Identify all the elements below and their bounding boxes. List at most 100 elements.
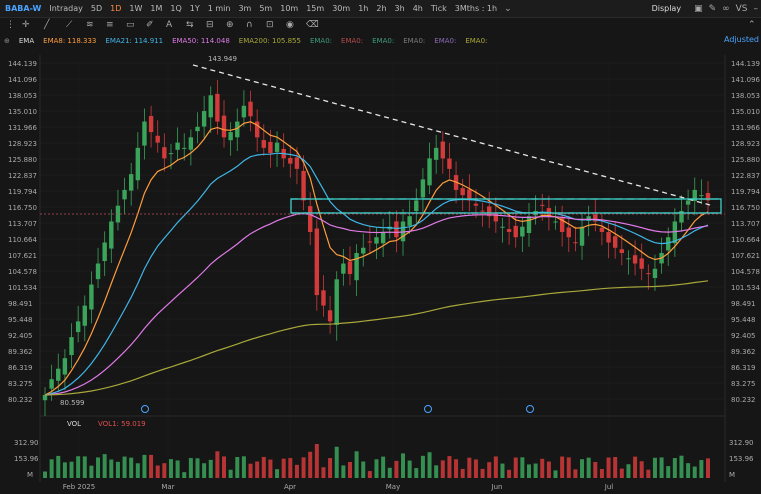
candle-body — [506, 229, 512, 232]
ema-legend-item: EMA50: 114.048 — [172, 37, 230, 45]
price-tick-label: 119.794 — [731, 188, 760, 196]
expand-icon[interactable]: ⊕ — [4, 37, 10, 45]
zoom-tool-icon[interactable]: ⊕ — [226, 20, 234, 30]
brush-tool-icon[interactable]: ✐ — [146, 20, 154, 30]
ruler-icon[interactable]: ⊟ — [206, 20, 214, 30]
tf-intraday[interactable]: Intraday — [49, 4, 82, 13]
trend-line[interactable] — [192, 64, 711, 206]
candle-body — [208, 95, 213, 118]
candle-body — [619, 249, 625, 254]
eye-icon[interactable]: ◉ — [286, 20, 294, 30]
more-dots-icon[interactable]: ⋮ — [6, 20, 15, 30]
camera-icon[interactable]: ▣ — [694, 4, 703, 14]
tf-1w[interactable]: 1W — [129, 4, 142, 13]
candle-body — [626, 258, 631, 260]
ema-legend-item: EMA21: 114.911 — [105, 37, 164, 45]
tf-1min[interactable]: 1 min — [208, 4, 231, 13]
symbol-label[interactable]: BABA-W — [5, 4, 41, 13]
price-tick-label: 95.448 — [8, 316, 33, 324]
candle-body — [632, 255, 638, 264]
display-dropdown[interactable]: Display — [652, 4, 682, 13]
fib-tool-icon[interactable]: ≡ — [106, 20, 114, 30]
volume-bar — [593, 462, 598, 478]
price-tick-label: 98.491 — [8, 300, 33, 308]
volume-bar — [546, 461, 551, 478]
candle-body — [513, 225, 518, 238]
tf-5d[interactable]: 5D — [91, 4, 102, 13]
price-tick-label: 110.664 — [731, 236, 760, 244]
tf-3m[interactable]: 3m — [238, 4, 251, 13]
tf-15m[interactable]: 15m — [306, 4, 324, 13]
lock-icon[interactable]: ⊡ — [266, 20, 274, 30]
candle-body — [62, 358, 68, 375]
ema21-line — [44, 152, 709, 396]
crosshair-icon[interactable]: ✛ — [22, 20, 30, 30]
candle-body — [460, 188, 465, 196]
volume-bar — [321, 467, 326, 478]
tf-30m[interactable]: 30m — [332, 4, 350, 13]
price-tick-label: 86.319 — [731, 364, 756, 372]
ema-indicator-label[interactable]: EMA — [19, 37, 34, 45]
compare-button[interactable]: VS — [736, 4, 748, 14]
candle-body — [162, 147, 167, 159]
tf-3mths[interactable]: 3Mths : 1h — [455, 4, 497, 13]
volume-bar — [659, 457, 664, 478]
volume-bar — [142, 454, 147, 478]
vol-axis-label: 312.90 — [14, 439, 39, 447]
pencil-icon[interactable]: ✎ — [709, 4, 717, 14]
measure-tool-icon[interactable]: ⇆ — [186, 20, 194, 30]
tf-tick[interactable]: Tick — [431, 4, 447, 13]
tf-3h[interactable]: 3h — [395, 4, 405, 13]
tf-2h[interactable]: 2h — [376, 4, 386, 13]
vol-label[interactable]: VOL — [67, 420, 81, 428]
price-tick-label: 83.275 — [731, 380, 756, 388]
ema50-line — [44, 213, 709, 396]
price-chart[interactable]: 144.139 144.139 141.096 141.096 138.053 138.0… — [0, 0, 761, 494]
volume-bar — [255, 461, 260, 478]
tf-4h[interactable]: 4h — [413, 4, 423, 13]
ray-tool-icon[interactable]: ⟋ — [66, 20, 73, 30]
collapse-icon[interactable]: ⌃ — [748, 20, 756, 30]
range-box[interactable] — [290, 198, 722, 214]
magnet-icon[interactable]: ∩ — [246, 20, 253, 30]
trendline-tool-icon[interactable]: ╱ — [43, 18, 50, 30]
tf-1h[interactable]: 1h — [358, 4, 368, 13]
price-tick-label: 135.010 — [731, 108, 760, 116]
volume-bar — [646, 469, 651, 478]
volume-bar — [195, 458, 200, 478]
candle-body — [261, 140, 266, 148]
tf-1m[interactable]: 1M — [150, 4, 162, 13]
price-axis: 144.139 144.139 141.096 141.096 138.053 138.0… — [8, 60, 760, 404]
candle-body — [672, 221, 678, 244]
price-tick-label: 128.923 — [8, 140, 37, 148]
candle-body — [500, 226, 505, 228]
tf-10m[interactable]: 10m — [280, 4, 298, 13]
volume-bar — [69, 461, 74, 478]
candle-body — [195, 126, 200, 132]
tf-1d[interactable]: 1D — [110, 4, 121, 13]
tf-1y[interactable]: 1Y — [190, 4, 200, 13]
trash-icon[interactable]: ⌫ — [305, 20, 319, 30]
date-tick-label: Mar — [161, 483, 174, 491]
price-tick-label: 98.491 — [731, 300, 756, 308]
volume-bar — [633, 456, 638, 478]
tf-5m[interactable]: 5m — [259, 4, 272, 13]
text-tool-icon[interactable]: A — [166, 20, 173, 30]
tf-1q[interactable]: 1Q — [170, 4, 181, 13]
adjusted-toggle[interactable]: Adjusted — [724, 35, 759, 44]
ema200-line — [44, 280, 709, 396]
channel-tool-icon[interactable]: ≋ — [86, 20, 94, 30]
ema-legend-item: EMA0: — [403, 37, 426, 45]
volume-bar — [301, 457, 306, 478]
date-tick-label: Jul — [604, 483, 614, 491]
candle-body — [553, 221, 558, 223]
candle-body — [646, 273, 651, 275]
chevron-down-icon[interactable]: ⌄ — [504, 4, 512, 14]
link-icon[interactable]: ∞ — [722, 4, 730, 14]
volume-bar — [49, 459, 54, 478]
minimize-icon[interactable]: – — [754, 4, 759, 14]
volume-bar — [308, 451, 313, 478]
price-tick-label: 80.232 — [731, 396, 756, 404]
shape-tool-icon[interactable]: ▭ — [126, 20, 135, 30]
volume-bar — [208, 459, 213, 478]
